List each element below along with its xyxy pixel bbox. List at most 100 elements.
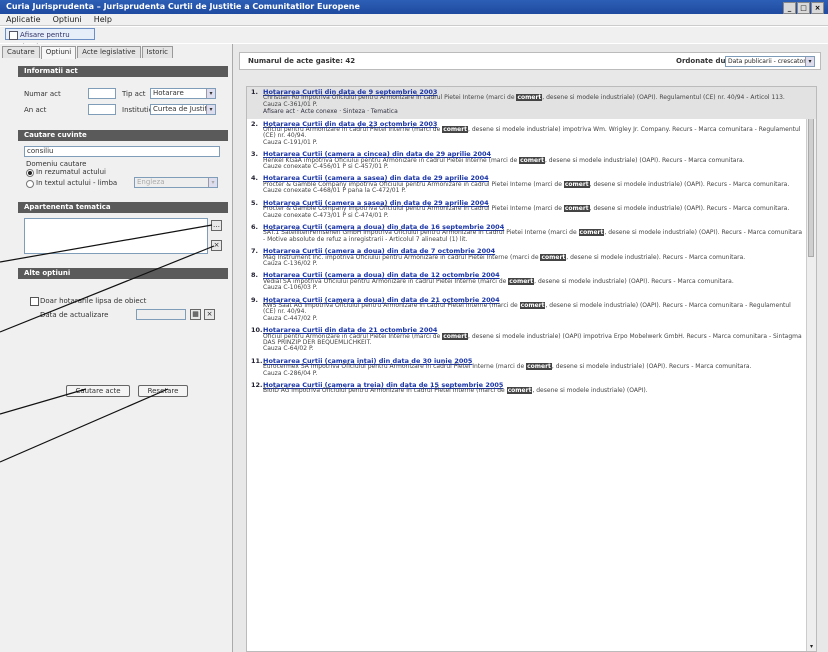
result-number: 10. bbox=[251, 326, 263, 335]
keyword-highlight: comert bbox=[508, 277, 535, 285]
section-other-options: Alte optiuni bbox=[18, 268, 228, 279]
result-item: 2. Hotararea Curtii din data de 23 octomb… bbox=[247, 119, 816, 150]
result-number: 7. bbox=[251, 247, 258, 256]
result-number: 3. bbox=[251, 150, 258, 159]
keyword-highlight: comert bbox=[506, 387, 533, 395]
radio-text-limba[interactable] bbox=[26, 180, 34, 188]
results-list: ▴ ▾ 1.Hotararea Curtii din data de 9 sep… bbox=[246, 86, 817, 652]
result-case: Cauza C-64/02 P. bbox=[263, 345, 314, 353]
menu-bar: Aplicatie Optiuni Help bbox=[0, 14, 828, 26]
date-clear-button[interactable]: × bbox=[204, 309, 215, 320]
institutie-label: Institutie bbox=[122, 106, 154, 114]
search-acts-button[interactable]: Cautare acte bbox=[66, 385, 130, 397]
toolbar: Afisare pentru tiparire bbox=[0, 27, 828, 51]
result-description: Mag Instrument Inc. impotriva Oficiului … bbox=[263, 253, 746, 261]
close-button[interactable]: × bbox=[811, 2, 824, 14]
results-panel: Numarul de acte gasite: 42 Ordonate dupa… bbox=[233, 44, 828, 652]
menu-aplicatie[interactable]: Aplicatie bbox=[6, 14, 41, 25]
result-number: 2. bbox=[251, 119, 258, 128]
result-item: 1. Hotararea Curtii din data de 9 septemb… bbox=[247, 87, 816, 119]
result-description: SAT.1 SatellitenFernsehen GmbH impotriva… bbox=[263, 229, 803, 243]
search-input[interactable]: consiliu bbox=[24, 146, 220, 157]
result-item: 3. Hotararea Curtii (camera a cincea) din… bbox=[247, 149, 816, 173]
result-number: 5. bbox=[251, 198, 258, 207]
an-act-label: An act bbox=[24, 106, 47, 114]
update-date-input[interactable] bbox=[136, 309, 186, 320]
institutie-select[interactable]: Curtea de Justitie bbox=[150, 104, 216, 115]
result-case: Cauza C-136/02 P. bbox=[263, 259, 318, 267]
menu-optiuni[interactable]: Optiuni bbox=[53, 14, 82, 25]
result-item: 7. Hotararea Curtii (camera a doua) din d… bbox=[247, 246, 816, 270]
section-search-words: Cautare cuvinte bbox=[18, 130, 228, 141]
menu-help[interactable]: Help bbox=[94, 14, 112, 25]
obsolete-checkbox[interactable] bbox=[30, 297, 39, 306]
section-thematic: Apartenenta tematica bbox=[18, 202, 228, 213]
result-number: 6. bbox=[251, 222, 258, 231]
tab-optiuni[interactable]: Optiuni bbox=[40, 46, 77, 59]
obsolete-checkbox-label: Doar hotararile lipsa de obiect bbox=[40, 297, 147, 305]
keyword-highlight: comert bbox=[442, 332, 469, 340]
radio-rezumat[interactable] bbox=[26, 169, 34, 177]
result-item: 9. Hotararea Curtii (camera a doua) din d… bbox=[247, 295, 816, 326]
nr-act-input[interactable] bbox=[88, 88, 116, 99]
keyword-highlight: comert bbox=[442, 126, 469, 134]
result-case: Cauza C-191/01 P. bbox=[263, 138, 318, 146]
result-number: 9. bbox=[251, 295, 258, 304]
keyword-highlight: comert bbox=[516, 94, 543, 102]
nr-act-label: Numar act bbox=[24, 90, 61, 98]
result-description: BioID AG impotriva Oficiului pentru Armo… bbox=[263, 387, 648, 395]
result-item: 5. Hotararea Curtii (camera a sasea) din … bbox=[247, 198, 816, 222]
result-item: 10. Hotararea Curtii din data de 21 octom… bbox=[247, 325, 816, 356]
result-item: 11. Hotararea Curtii (camera intai) din d… bbox=[247, 356, 816, 380]
result-description: Oficiul pentru Armonizare in cadrul Piet… bbox=[263, 332, 802, 346]
result-description: Eurocermex SA impotriva Oficiului pentru… bbox=[263, 363, 752, 371]
tab-cautare[interactable]: Cautare bbox=[2, 46, 40, 58]
result-number: 12. bbox=[251, 381, 263, 390]
result-actions[interactable]: Afisare act · Acte conexe · Sinteza · Te… bbox=[263, 108, 804, 115]
result-description: Christian Ro impotriva Oficiului pentru … bbox=[263, 94, 785, 102]
minimize-button[interactable]: _ bbox=[783, 2, 796, 14]
result-item: 12. Hotararea Curtii (camera a treia) din… bbox=[247, 380, 816, 398]
result-number: 1. bbox=[251, 88, 258, 96]
reset-button[interactable]: Resetare bbox=[138, 385, 188, 397]
results-header: Numarul de acte gasite: 42 Ordonate dupa… bbox=[239, 52, 821, 70]
scroll-down-icon[interactable]: ▾ bbox=[807, 642, 816, 651]
thematic-browse-button[interactable]: … bbox=[211, 220, 222, 231]
keyword-highlight: comert bbox=[526, 363, 552, 371]
radio-text-limba-label: In textul actului - limba bbox=[36, 179, 118, 187]
result-case: Cauze conexate C-468/01 P pana la C-472/… bbox=[263, 187, 406, 195]
tab-istoric[interactable]: Istoric bbox=[141, 46, 174, 58]
radio-rezumat-label: In rezumatul actului bbox=[36, 168, 106, 176]
print-view-button[interactable]: Afisare pentru tiparire bbox=[5, 28, 95, 51]
tip-act-select[interactable]: Hotarare bbox=[150, 88, 216, 99]
result-item: 8. Hotararea Curtii (camera a doua) din d… bbox=[247, 270, 816, 294]
calendar-button[interactable]: ▦ bbox=[190, 309, 201, 320]
result-number: 8. bbox=[251, 271, 258, 280]
an-act-input[interactable] bbox=[88, 104, 116, 115]
result-case: Cauza C-106/03 P. bbox=[263, 284, 318, 292]
result-case: Cauza C-286/04 P. bbox=[263, 369, 318, 377]
thematic-list[interactable] bbox=[24, 218, 208, 254]
window-title: Curia Jurisprudenta – Jurisprudenta Curt… bbox=[6, 2, 360, 11]
keyword-highlight: comert bbox=[519, 301, 546, 309]
result-description: KWS Saat AG impotriva Oficiului pentru A… bbox=[263, 301, 791, 316]
tip-act-label: Tip act bbox=[122, 90, 146, 98]
keyword-highlight: comert bbox=[519, 156, 545, 164]
result-number: 4. bbox=[251, 174, 258, 183]
keyword-highlight: comert bbox=[540, 253, 567, 261]
thematic-clear-button[interactable]: × bbox=[211, 240, 222, 251]
tab-acte-legislative[interactable]: Acte legislative bbox=[77, 46, 141, 58]
results-count: Numarul de acte gasite: 42 bbox=[248, 57, 356, 65]
order-select[interactable]: Data publicarii - crescator bbox=[725, 56, 815, 67]
keyword-highlight: comert bbox=[578, 229, 605, 237]
search-scope-label: Domeniu cautare bbox=[26, 160, 87, 168]
result-item: 4. Hotararea Curtii (camera a sasea) din … bbox=[247, 173, 816, 197]
section-info-act: Informatii act bbox=[18, 66, 228, 77]
tab-strip: Cautare Optiuni Acte legislative Istoric bbox=[2, 46, 174, 59]
keyword-highlight: comert bbox=[563, 205, 590, 213]
result-case: Cauze conexate C-456/01 P si C-457/01 P. bbox=[263, 163, 389, 171]
maximize-button[interactable]: □ bbox=[797, 2, 810, 14]
language-select[interactable]: Engleza bbox=[134, 177, 218, 188]
result-item: 6. Hotararea Curtii (camera a doua) din d… bbox=[247, 222, 816, 246]
result-case: Cauza C-447/02 P. bbox=[263, 314, 318, 322]
